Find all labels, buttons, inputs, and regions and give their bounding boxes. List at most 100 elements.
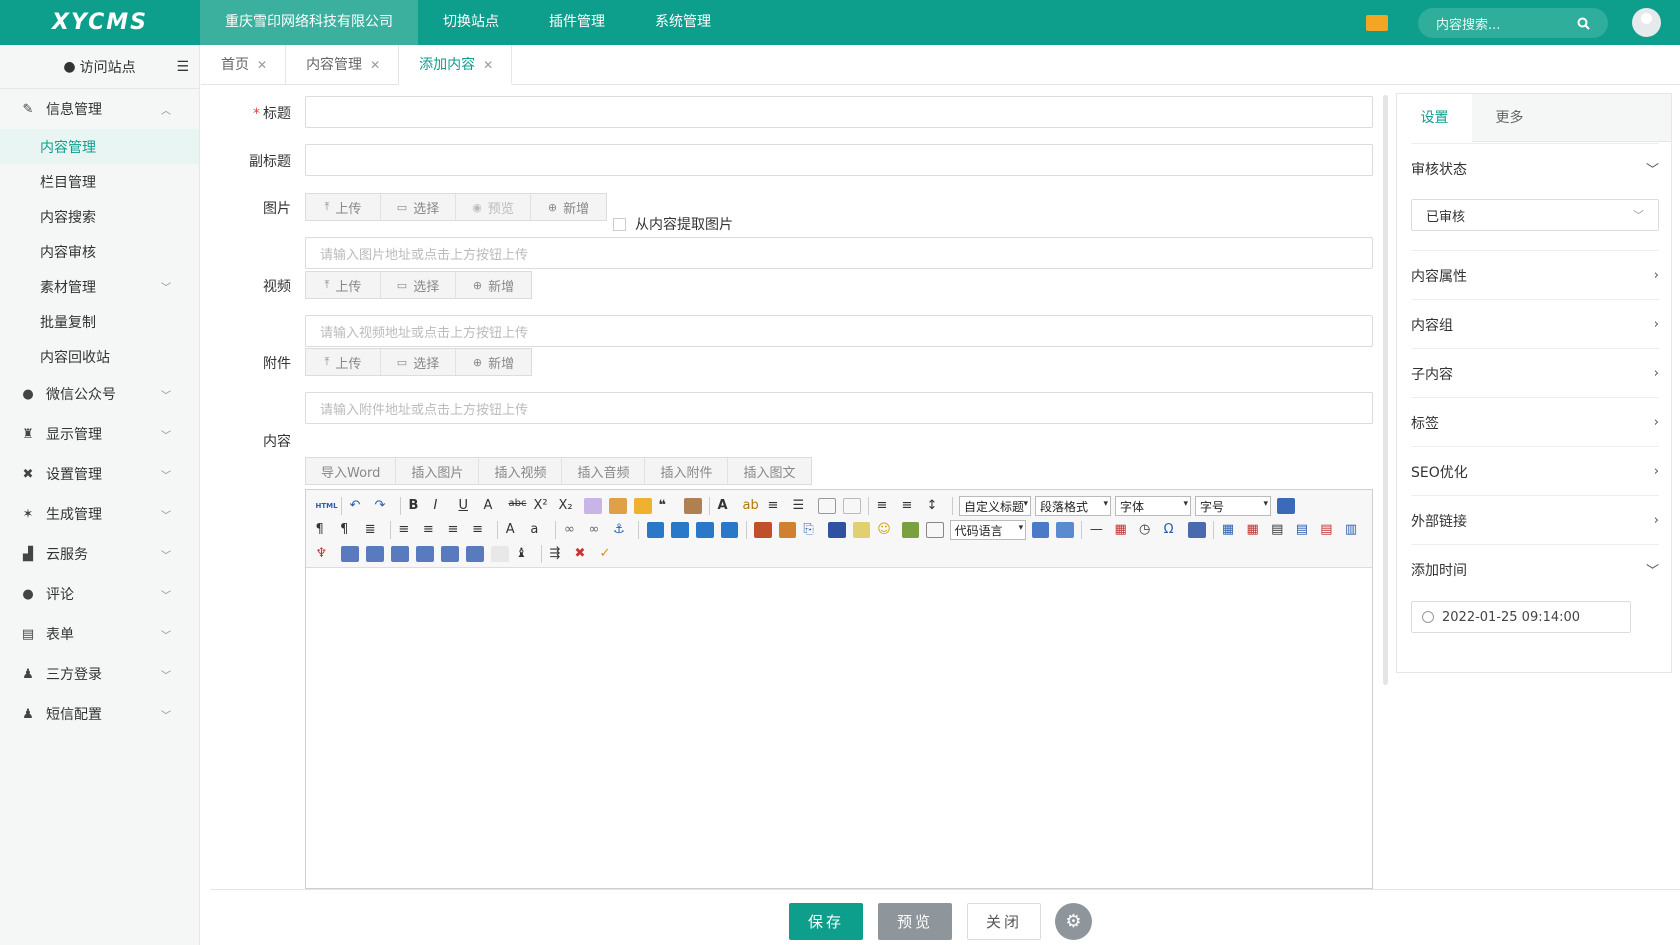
- search-icon[interactable]: [1577, 17, 1590, 30]
- subtitle-input[interactable]: [305, 144, 1373, 176]
- video-new-button[interactable]: ⊕ 新增: [456, 272, 531, 298]
- extract-image-checkbox[interactable]: 从内容提取图片: [613, 214, 733, 234]
- sidebar-group-comment[interactable]: ● 评论 ﹀: [0, 574, 199, 614]
- sidebar-item-content[interactable]: 内容管理: [0, 129, 199, 164]
- message-icon[interactable]: [1366, 15, 1388, 31]
- split-cells-icon[interactable]: [415, 546, 434, 562]
- add-time-input[interactable]: 2022-01-25 09:14:00: [1411, 601, 1631, 633]
- map-icon[interactable]: [852, 522, 871, 538]
- split-cols-icon[interactable]: [465, 546, 484, 562]
- image-preview-button[interactable]: ◉ 预览: [456, 194, 531, 220]
- tab-content-manage[interactable]: 内容管理 ✕: [286, 45, 400, 85]
- attachment-new-button[interactable]: ⊕ 新增: [456, 349, 531, 375]
- uppercase-icon[interactable]: A: [506, 522, 524, 538]
- image-center-icon[interactable]: [720, 522, 739, 538]
- select-all-icon[interactable]: [817, 498, 836, 514]
- audit-status-section[interactable]: 审核状态 ﹀: [1411, 143, 1659, 193]
- search-input[interactable]: 内容搜索...: [1418, 8, 1608, 38]
- fullscreen-icon[interactable]: [1276, 498, 1295, 514]
- tab-settings[interactable]: 设置: [1397, 94, 1472, 142]
- time-icon[interactable]: ◷: [1139, 522, 1157, 538]
- preview-button[interactable]: 预览: [878, 903, 952, 940]
- rtl-icon[interactable]: ¶: [340, 522, 358, 538]
- rich-text-editor[interactable]: HTML ↶ ↷ B I U A abc X² X₂ ❝ A ab ≡ ☰ ≡ …: [305, 489, 1373, 889]
- sidebar-group-wechat[interactable]: ● 微信公众号 ﹀: [0, 374, 199, 414]
- ordered-list-icon[interactable]: ≡: [768, 498, 786, 514]
- avatar[interactable]: [1632, 8, 1661, 37]
- insert-code-icon[interactable]: [926, 522, 945, 538]
- insert-row-icon[interactable]: ▤: [1296, 522, 1314, 538]
- line-height-icon[interactable]: ↕: [927, 498, 945, 514]
- spellcheck-icon[interactable]: ✓: [600, 546, 618, 562]
- insert-video-button[interactable]: 插入视频: [479, 458, 563, 484]
- attachment-select-button[interactable]: ▭ 选择: [381, 349, 456, 375]
- image-select-button[interactable]: ▭ 选择: [381, 194, 456, 220]
- align-justify-icon[interactable]: ≡: [472, 522, 490, 538]
- sidebar-item-batch-copy[interactable]: 批量复制: [0, 304, 199, 339]
- merge-right-icon[interactable]: [365, 546, 384, 562]
- delete-row-icon[interactable]: ▤: [1320, 522, 1338, 538]
- sidebar-group-sms[interactable]: ♟ 短信配置 ﹀: [0, 694, 199, 734]
- anchor-icon[interactable]: ⚓: [613, 522, 631, 538]
- logo[interactable]: XYCMS: [0, 0, 200, 45]
- external-link-section[interactable]: 外部链接 ›: [1411, 495, 1659, 545]
- video-select-button[interactable]: ▭ 选择: [381, 272, 456, 298]
- scrawl-icon[interactable]: [1056, 522, 1074, 538]
- save-button[interactable]: 保存: [789, 903, 863, 940]
- tab-home[interactable]: 首页 ✕: [201, 45, 287, 85]
- gear-icon[interactable]: ⚙: [1055, 903, 1092, 940]
- close-icon[interactable]: ✕: [483, 58, 493, 72]
- sidebar-group-form[interactable]: ▤ 表单 ﹀: [0, 614, 199, 654]
- checkbox-box[interactable]: [613, 217, 626, 231]
- sidebar-group-generate[interactable]: ✶ 生成管理 ﹀: [0, 494, 199, 534]
- image-none-icon[interactable]: [646, 522, 665, 538]
- font-family-select[interactable]: 字体: [1115, 496, 1191, 516]
- paragraph-format-select[interactable]: 段落格式: [1035, 496, 1111, 516]
- insert-paragraph-before-table-icon[interactable]: ▤: [1271, 522, 1289, 538]
- nav-system[interactable]: 系统管理: [630, 0, 736, 45]
- split-rows-icon[interactable]: [440, 546, 459, 562]
- image-url-input[interactable]: 请输入图片地址或点击上方按钮上传: [305, 237, 1373, 269]
- menu-toggle-icon[interactable]: ☰: [176, 59, 189, 75]
- page-break-icon[interactable]: ⇶: [550, 546, 568, 562]
- sidebar-group-display[interactable]: ♜ 显示管理 ﹀: [0, 414, 199, 454]
- blockquote-icon[interactable]: ❝: [659, 498, 677, 514]
- special-chars-icon[interactable]: Ω: [1164, 522, 1182, 538]
- sidebar-item-audit[interactable]: 内容审核: [0, 234, 199, 269]
- insert-attachment-button[interactable]: 插入附件: [645, 458, 729, 484]
- image-upload-button[interactable]: ⤒ 上传: [306, 194, 381, 220]
- search-replace-icon[interactable]: ♝: [516, 546, 534, 562]
- attachment-url-input[interactable]: 请输入附件地址或点击上方按钮上传: [305, 392, 1373, 424]
- format-brush-icon[interactable]: [608, 498, 627, 514]
- italic-icon[interactable]: I: [434, 498, 452, 514]
- html-source-icon[interactable]: HTML: [316, 498, 338, 514]
- strikethrough-icon[interactable]: abc: [509, 498, 527, 514]
- link-icon[interactable]: ∞: [564, 522, 582, 538]
- attachment-icon[interactable]: ⎘: [803, 522, 821, 538]
- image-left-icon[interactable]: [671, 522, 689, 538]
- title-input[interactable]: [305, 96, 1373, 128]
- attachment-upload-button[interactable]: ⤒ 上传: [306, 349, 381, 375]
- close-icon[interactable]: ✕: [370, 58, 380, 72]
- remove-format-icon[interactable]: ✖: [575, 546, 593, 562]
- align-center-icon[interactable]: ≡: [423, 522, 441, 538]
- unlink-icon[interactable]: ∞: [589, 522, 607, 538]
- multi-image-icon[interactable]: [778, 522, 797, 538]
- emotion-icon[interactable]: ☺: [877, 522, 895, 538]
- row-spacing-top-icon[interactable]: ≡: [877, 498, 895, 514]
- template-icon[interactable]: [1031, 522, 1050, 538]
- background-icon[interactable]: [901, 522, 920, 538]
- sidebar-group-info[interactable]: ✎ 信息管理 ︿: [0, 89, 199, 129]
- sidebar-group-settings[interactable]: ✖ 设置管理 ﹀: [0, 454, 199, 494]
- image-new-button[interactable]: ⊕ 新增: [531, 194, 606, 220]
- font-size-select[interactable]: 字号: [1195, 496, 1271, 516]
- row-spacing-bottom-icon[interactable]: ≡: [902, 498, 920, 514]
- ltr-icon[interactable]: ¶: [316, 522, 334, 538]
- image-right-icon[interactable]: [695, 522, 714, 538]
- align-right-icon[interactable]: ≡: [448, 522, 466, 538]
- horizontal-rule-icon[interactable]: —: [1090, 522, 1108, 538]
- custom-title-select[interactable]: 自定义标题: [959, 496, 1031, 516]
- delete-col-icon[interactable]: ♆: [316, 546, 334, 562]
- insert-audio-button[interactable]: 插入音频: [562, 458, 646, 484]
- subscript-icon[interactable]: X₂: [559, 498, 577, 514]
